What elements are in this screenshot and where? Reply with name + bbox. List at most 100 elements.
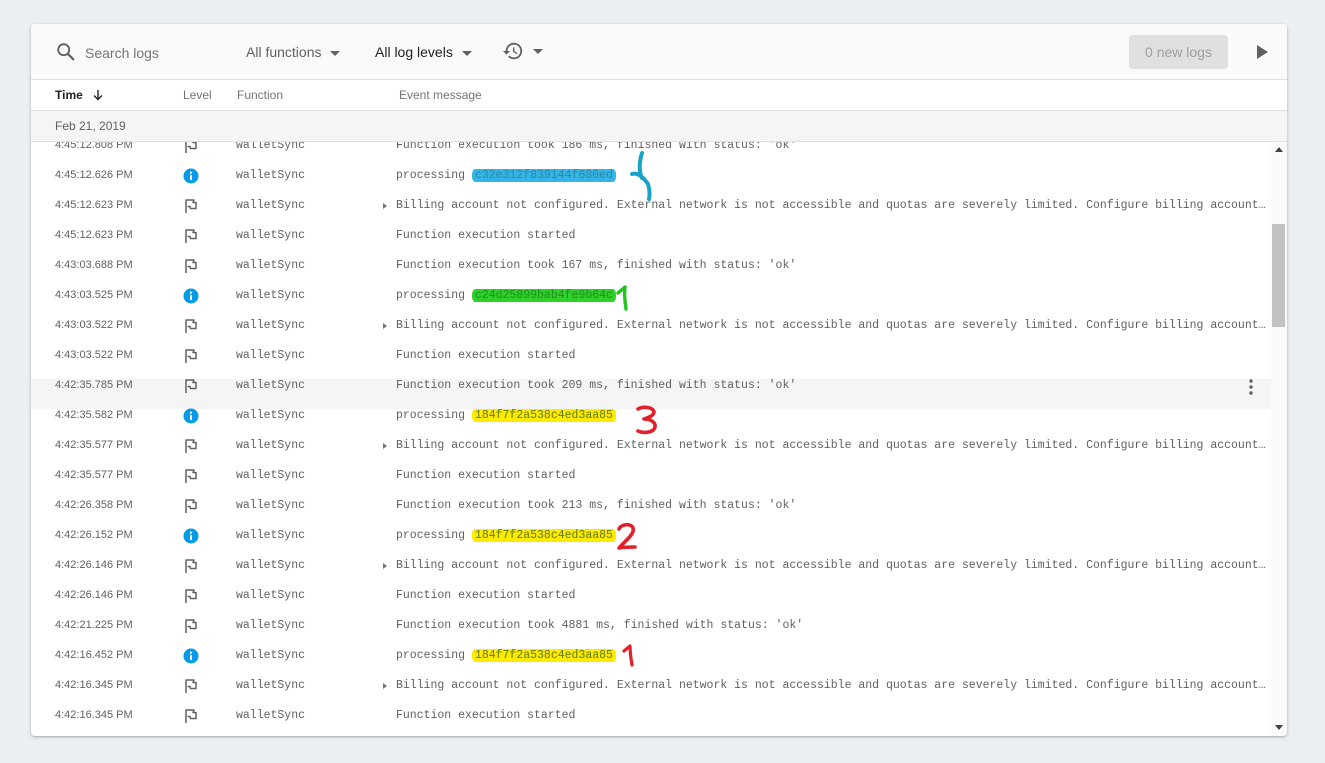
log-message: processing c24d25899bab4fe9b64c [396,289,1266,302]
info-level-icon [183,408,199,424]
log-message: Billing account not configured. External… [396,559,1266,572]
expand-triangle-icon[interactable] [383,203,387,209]
log-function: walletSync [236,409,306,422]
search-input[interactable] [83,38,237,68]
log-message: processing c32e312f839144f680ed [396,169,1266,182]
log-message: Function execution took 167 ms, finished… [396,259,797,272]
log-list[interactable]: 4:45:12.808 PM walletSync Function executi… [31,142,1271,736]
time-column-label: Time [55,88,83,102]
log-function: walletSync [236,289,306,302]
new-logs-button[interactable]: 0 new logs [1129,35,1228,69]
highlighted-id: 184f7f2a538c4ed3aa85 [471,649,616,662]
annotation-three-red [636,405,657,435]
expand-triangle-icon[interactable] [383,563,387,569]
highlighted-id: c32e312f839144f680ed [471,169,616,182]
log-time: 4:43:03.688 PM [55,259,133,271]
flag-level-icon [185,619,197,633]
log-time: 4:42:35.785 PM [55,379,133,391]
log-message-prefix: processing [396,529,472,542]
log-function: walletSync [236,229,306,242]
log-time: 4:42:35.577 PM [55,439,133,451]
log-row[interactable]: 4:43:03.688 PM walletSync Function executi… [31,259,1271,289]
log-time: 4:42:26.146 PM [55,559,133,571]
log-row[interactable]: 4:42:26.146 PM walletSync Function executi… [31,589,1271,619]
log-row[interactable]: 4:42:26.152 PM walletSync processing 184f7… [31,528,1271,559]
log-function: walletSync [236,559,306,572]
log-function: walletSync [236,439,306,452]
info-level-icon [183,288,199,304]
time-column-header[interactable]: Time [55,88,104,102]
flag-level-icon [185,679,197,693]
log-message: Billing account not configured. External… [396,319,1266,332]
log-time: 4:43:03.522 PM [55,349,133,361]
expand-triangle-icon[interactable] [383,323,387,329]
log-function: walletSync [236,142,306,152]
expand-triangle-icon[interactable] [383,683,387,689]
log-row[interactable]: 4:43:03.522 PM walletSync Function executi… [31,349,1271,379]
log-row[interactable]: 4:42:35.577 PM walletSync Billing account … [31,439,1271,469]
play-icon[interactable] [1253,43,1271,61]
log-message-prefix: processing [396,169,472,182]
flag-level-icon [185,499,197,513]
log-message-prefix: processing [396,289,472,302]
log-function: walletSync [236,319,306,332]
vertical-scrollbar[interactable] [1271,142,1287,736]
scroll-down-arrow-icon[interactable] [1275,725,1283,730]
log-function: walletSync [236,349,306,362]
date-group-header: Feb 21, 2019 [31,111,1287,142]
log-row[interactable]: 4:42:26.358 PM walletSync Function executi… [31,499,1271,529]
log-message: Billing account not configured. External… [396,679,1266,692]
search-icon [57,43,75,61]
flag-level-icon [185,319,197,333]
log-time: 4:42:26.152 PM [55,529,133,541]
functions-dropdown-label: All functions [246,44,322,60]
log-message: Function execution took 209 ms, finished… [396,379,797,392]
scrollbar-thumb[interactable] [1272,224,1285,327]
log-time: 4:42:26.358 PM [55,499,133,511]
log-time: 4:45:12.623 PM [55,199,133,211]
flag-level-icon [185,469,197,483]
chevron-down-icon [533,49,543,54]
more-vert-icon[interactable] [1243,378,1259,396]
message-column-header: Event message [399,88,482,102]
log-row[interactable]: 4:45:12.623 PM walletSync Function executi… [31,229,1271,259]
log-message: processing 184f7f2a538c4ed3aa85 [396,649,1266,662]
log-time: 4:43:03.522 PM [55,319,133,331]
annotation-two-red [617,522,637,550]
annotation-one-green [616,285,628,311]
log-function: walletSync [236,259,306,272]
highlighted-id: 184f7f2a538c4ed3aa85 [471,529,616,542]
flag-level-icon [185,709,197,723]
log-row[interactable]: 4:42:26.146 PM walletSync Billing account … [31,559,1271,589]
log-row[interactable]: 4:42:16.452 PM walletSync processing 184f7… [31,648,1271,679]
log-row[interactable]: 4:42:16.345 PM walletSync Billing account … [31,679,1271,709]
log-row[interactable]: 4:42:21.225 PM walletSync Function executi… [31,619,1271,649]
log-time: 4:42:35.582 PM [55,409,133,421]
log-function: walletSync [236,529,306,542]
function-column-header: Function [237,88,284,102]
log-row[interactable]: 4:43:03.525 PM walletSync processing c24d2… [31,288,1271,319]
expand-triangle-icon[interactable] [383,443,387,449]
log-function: walletSync [236,499,306,512]
log-message: Function execution took 4881 ms, finishe… [396,619,804,632]
scroll-up-arrow-icon[interactable] [1275,147,1283,152]
log-levels-dropdown[interactable]: All log levels [375,41,472,63]
flag-level-icon [185,142,197,153]
log-row[interactable]: 4:45:12.623 PM walletSync Billing account … [31,199,1271,229]
flag-level-icon [185,259,197,273]
log-time: 4:42:16.452 PM [55,649,133,661]
flag-level-icon [185,559,197,573]
log-function: walletSync [236,469,306,482]
log-row[interactable]: 4:42:35.577 PM walletSync Function executi… [31,469,1271,499]
log-message: Function execution started [396,349,576,362]
info-level-icon [183,528,199,544]
highlighted-id: 184f7f2a538c4ed3aa85 [471,409,616,422]
flag-level-icon [185,229,197,243]
log-row[interactable]: 4:42:16.345 PM walletSync Function executi… [31,709,1271,736]
log-message-prefix: processing [396,649,472,662]
log-time: 4:42:35.577 PM [55,469,133,481]
functions-dropdown[interactable]: All functions [246,41,341,63]
log-row[interactable]: 4:43:03.522 PM walletSync Billing account … [31,319,1271,349]
log-message: Function execution took 186 ms, finished… [396,142,797,152]
log-message: Function execution took 213 ms, finished… [396,499,797,512]
